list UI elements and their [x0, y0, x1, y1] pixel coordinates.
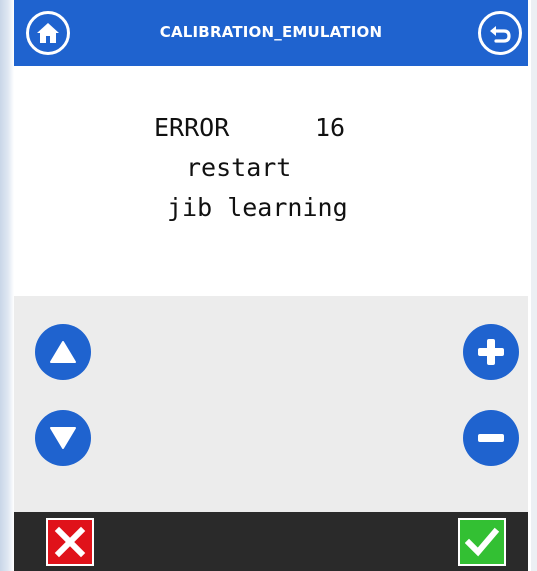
minus-button[interactable]: [463, 410, 519, 466]
down-button[interactable]: [35, 410, 91, 466]
back-arrow-icon: [490, 26, 511, 43]
control-panel: [14, 296, 528, 512]
error-code: 16: [315, 113, 346, 142]
window-left-border: [0, 0, 14, 571]
arrow-up-icon: [50, 341, 76, 363]
error-label: ERROR: [154, 113, 230, 142]
header-bar: CALIBRATION_EMULATION: [14, 0, 528, 66]
cancel-button[interactable]: [46, 518, 94, 566]
message-display: ERROR 16 restart jib learning: [14, 66, 528, 296]
x-icon: [54, 526, 86, 558]
message-line-restart: restart: [186, 153, 292, 182]
message-line-jib-learning: jib learning: [167, 193, 348, 222]
back-button[interactable]: [478, 11, 522, 55]
window-right-border: [531, 0, 537, 571]
plus-icon: [478, 339, 504, 365]
arrow-down-icon: [50, 427, 76, 449]
footer-bar: [14, 512, 528, 571]
confirm-button[interactable]: [458, 518, 506, 566]
up-button[interactable]: [35, 324, 91, 380]
plus-button[interactable]: [463, 324, 519, 380]
page-title: CALIBRATION_EMULATION: [159, 23, 383, 41]
minus-icon: [478, 434, 504, 442]
checkmark-icon: [465, 527, 499, 557]
